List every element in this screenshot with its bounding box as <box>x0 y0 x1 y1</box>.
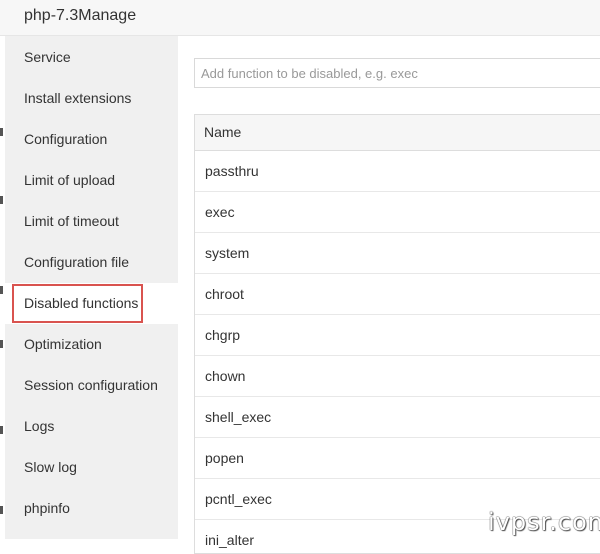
edge-tick <box>0 196 3 204</box>
table-row: exec <box>195 192 600 233</box>
edge-tick <box>0 128 3 136</box>
sidebar-item-install-extensions[interactable]: Install extensions <box>5 78 178 119</box>
sidebar-item-session-configuration[interactable]: Session configuration <box>5 365 178 406</box>
edge-tick <box>0 506 3 514</box>
table-row: shell_exec <box>195 397 600 438</box>
disabled-functions-table: Name passthru exec system chroot chgrp c… <box>194 114 600 554</box>
edge-tick <box>0 286 3 294</box>
table-row: system <box>195 233 600 274</box>
sidebar-item-service[interactable]: Service <box>5 37 178 78</box>
sidebar-item-slow-log[interactable]: Slow log <box>5 447 178 488</box>
table-row: chown <box>195 356 600 397</box>
window-title: php-7.3Manage <box>24 7 137 24</box>
table-row: passthru <box>195 151 600 192</box>
window-titlebar: php-7.3Manage <box>0 0 600 36</box>
sidebar-item-phpinfo[interactable]: phpinfo <box>5 488 178 529</box>
annotation-highlight-box <box>12 284 143 323</box>
watermark-text: ivpsr.com <box>488 508 600 536</box>
edge-tick <box>0 426 3 434</box>
table-row: chroot <box>195 274 600 315</box>
sidebar-item-configuration-file[interactable]: Configuration file <box>5 242 178 283</box>
table-row: chgrp <box>195 315 600 356</box>
table-row: popen <box>195 438 600 479</box>
sidebar-item-configuration[interactable]: Configuration <box>5 119 178 160</box>
column-header-name: Name <box>195 115 600 151</box>
edge-tick <box>0 340 3 348</box>
disable-function-input[interactable] <box>194 58 600 88</box>
sidebar-item-optimization[interactable]: Optimization <box>5 324 178 365</box>
sidebar-item-limit-of-upload[interactable]: Limit of upload <box>5 160 178 201</box>
sidebar-item-limit-of-timeout[interactable]: Limit of timeout <box>5 201 178 242</box>
sidebar-item-logs[interactable]: Logs <box>5 406 178 447</box>
